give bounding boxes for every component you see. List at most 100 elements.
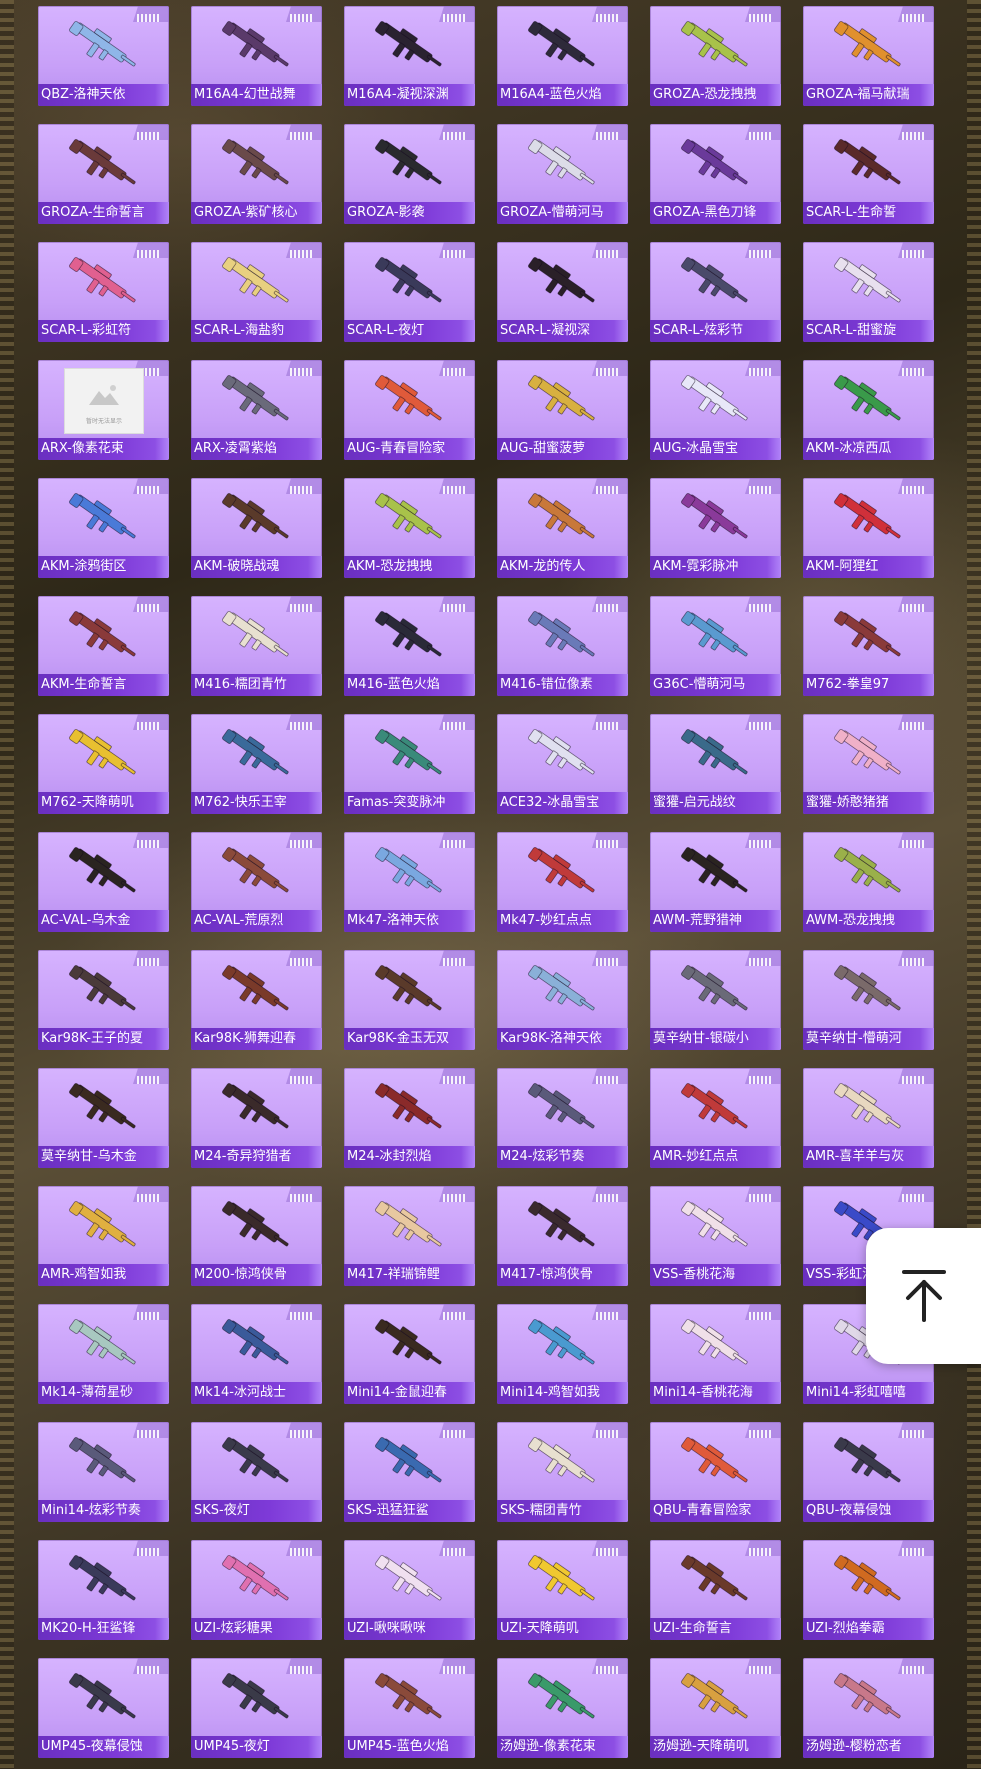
weapon-skin-card[interactable]: M417-惊鸿侠骨	[497, 1186, 628, 1286]
weapon-skin-card[interactable]: SCAR-L-夜灯	[344, 242, 475, 342]
weapon-skin-card[interactable]: 蜜獾-启元战纹	[650, 714, 781, 814]
weapon-skin-card[interactable]: 蜜獾-娇憨猪猪	[803, 714, 934, 814]
weapon-skin-card[interactable]: Kar98K-王子的夏	[38, 950, 169, 1050]
weapon-skin-label: Mini14-香桃花海	[650, 1382, 781, 1404]
weapon-skin-card[interactable]: UZI-炫彩糖果	[191, 1540, 322, 1640]
weapon-skin-card[interactable]: Mini14-金鼠迎春	[344, 1304, 475, 1404]
weapon-skin-card[interactable]: UZI-啾咪啾咪	[344, 1540, 475, 1640]
weapon-skin-image	[834, 257, 901, 303]
weapon-skin-image	[834, 375, 901, 421]
weapon-skin-card[interactable]: M416-错位像素	[497, 596, 628, 696]
weapon-skin-card[interactable]: 莫辛纳甘-银碳小	[650, 950, 781, 1050]
weapon-skin-card[interactable]: QBU-夜幕侵蚀	[803, 1422, 934, 1522]
weapon-skin-card[interactable]: Mk47-洛神天依	[344, 832, 475, 932]
weapon-skin-card[interactable]: 暂时无法显示 ARX-像素花束	[38, 360, 169, 460]
weapon-skin-image	[681, 1083, 748, 1129]
weapon-skin-image	[528, 847, 595, 893]
weapon-skin-card[interactable]: AKM-阿狸红	[803, 478, 934, 578]
weapon-skin-card[interactable]: VSS-香桃花海	[650, 1186, 781, 1286]
weapon-skin-card[interactable]: Mini14-香桃花海	[650, 1304, 781, 1404]
weapon-skin-card[interactable]: 莫辛纳甘-乌木金	[38, 1068, 169, 1168]
weapon-skin-card[interactable]: UZI-生命誓言	[650, 1540, 781, 1640]
weapon-skin-card[interactable]: M416-蓝色火焰	[344, 596, 475, 696]
weapon-skin-card[interactable]: Kar98K-金玉无双	[344, 950, 475, 1050]
back-to-top-button[interactable]	[866, 1228, 981, 1364]
weapon-skin-label: M16A4-幻世战舞	[191, 84, 322, 106]
weapon-skin-card[interactable]: Mk14-薄荷星砂	[38, 1304, 169, 1404]
weapon-skin-card[interactable]: SCAR-L-甜蜜旋	[803, 242, 934, 342]
weapon-skin-card[interactable]: M762-拳皇97	[803, 596, 934, 696]
weapon-skin-card[interactable]: AWM-荒野猎神	[650, 832, 781, 932]
weapon-skin-card[interactable]: UMP45-夜灯	[191, 1658, 322, 1758]
weapon-skin-card[interactable]: AC-VAL-荒原烈	[191, 832, 322, 932]
weapon-skin-card[interactable]: AMR-鸡智如我	[38, 1186, 169, 1286]
weapon-skin-card[interactable]: AKM-冰凉西瓜	[803, 360, 934, 460]
weapon-skin-card[interactable]: M200-惊鸿侠骨	[191, 1186, 322, 1286]
weapon-skin-card[interactable]: UZI-烈焰拳霸	[803, 1540, 934, 1640]
weapon-skin-card[interactable]: M417-祥瑞锦鲤	[344, 1186, 475, 1286]
weapon-skin-label: 汤姆逊-像素花束	[497, 1736, 628, 1758]
weapon-skin-card[interactable]: Kar98K-洛神天依	[497, 950, 628, 1050]
weapon-skin-card[interactable]: AKM-涂鸦街区	[38, 478, 169, 578]
weapon-skin-card[interactable]: M24-冰封烈焰	[344, 1068, 475, 1168]
weapon-skin-card[interactable]: AKM-生命誓言	[38, 596, 169, 696]
weapon-skin-card[interactable]: SCAR-L-炫彩节	[650, 242, 781, 342]
weapon-skin-card[interactable]: 汤姆逊-像素花束	[497, 1658, 628, 1758]
weapon-skin-card[interactable]: M416-糯团青竹	[191, 596, 322, 696]
weapon-skin-card[interactable]: M762-天降萌叽	[38, 714, 169, 814]
weapon-skin-card[interactable]: M24-奇异狩猎者	[191, 1068, 322, 1168]
weapon-skin-card[interactable]: GROZA-影袭	[344, 124, 475, 224]
weapon-skin-card[interactable]: MK20-H-狂鲨锋	[38, 1540, 169, 1640]
weapon-skin-card[interactable]: Mk14-冰河战士	[191, 1304, 322, 1404]
weapon-skin-card[interactable]: SCAR-L-彩虹符	[38, 242, 169, 342]
weapon-skin-card[interactable]: GROZA-生命誓言	[38, 124, 169, 224]
weapon-skin-label: AKM-龙的传人	[497, 556, 628, 578]
weapon-skin-card[interactable]: M16A4-蓝色火焰	[497, 6, 628, 106]
weapon-skin-card[interactable]: ARX-凌霄紫焰	[191, 360, 322, 460]
weapon-skin-image	[681, 1437, 748, 1483]
weapon-skin-card[interactable]: QBU-青春冒险家	[650, 1422, 781, 1522]
weapon-skin-card[interactable]: AUG-冰晶雪宝	[650, 360, 781, 460]
weapon-skin-card[interactable]: M16A4-幻世战舞	[191, 6, 322, 106]
weapon-skin-card[interactable]: 汤姆逊-樱粉恋者	[803, 1658, 934, 1758]
weapon-skin-card[interactable]: 莫辛纳甘-懵萌河	[803, 950, 934, 1050]
weapon-skin-card[interactable]: AKM-霓彩脉冲	[650, 478, 781, 578]
weapon-skin-label: GROZA-恐龙拽拽	[650, 84, 781, 106]
weapon-skin-card[interactable]: G36C-懵萌河马	[650, 596, 781, 696]
weapon-skin-image	[375, 257, 442, 303]
weapon-skin-card[interactable]: Mk47-妙红点点	[497, 832, 628, 932]
weapon-skin-card[interactable]: AKM-破晓战魂	[191, 478, 322, 578]
weapon-skin-card[interactable]: AKM-龙的传人	[497, 478, 628, 578]
weapon-skin-card[interactable]: UMP45-夜幕侵蚀	[38, 1658, 169, 1758]
weapon-skin-card[interactable]: M24-炫彩节奏	[497, 1068, 628, 1168]
weapon-skin-card[interactable]: AC-VAL-乌木金	[38, 832, 169, 932]
weapon-skin-card[interactable]: M762-快乐王宰	[191, 714, 322, 814]
weapon-skin-card[interactable]: AMR-喜羊羊与灰	[803, 1068, 934, 1168]
weapon-skin-card[interactable]: AWM-恐龙拽拽	[803, 832, 934, 932]
weapon-skin-card[interactable]: Kar98K-狮舞迎春	[191, 950, 322, 1050]
weapon-skin-card[interactable]: Mini14-炫彩节奏	[38, 1422, 169, 1522]
weapon-skin-card[interactable]: GROZA-福马献瑞	[803, 6, 934, 106]
weapon-skin-card[interactable]: SKS-迅猛狂鲨	[344, 1422, 475, 1522]
weapon-skin-card[interactable]: AMR-妙红点点	[650, 1068, 781, 1168]
weapon-skin-card[interactable]: SCAR-L-生命誓	[803, 124, 934, 224]
weapon-skin-card[interactable]: GROZA-恐龙拽拽	[650, 6, 781, 106]
weapon-skin-card[interactable]: GROZA-黑色刀锋	[650, 124, 781, 224]
weapon-skin-card[interactable]: Mini14-鸡智如我	[497, 1304, 628, 1404]
weapon-skin-card[interactable]: UMP45-蓝色火焰	[344, 1658, 475, 1758]
weapon-skin-card[interactable]: M16A4-凝视深渊	[344, 6, 475, 106]
weapon-skin-card[interactable]: AUG-甜蜜菠萝	[497, 360, 628, 460]
weapon-skin-card[interactable]: SKS-夜灯	[191, 1422, 322, 1522]
weapon-skin-card[interactable]: QBZ-洛神天依	[38, 6, 169, 106]
weapon-skin-card[interactable]: Famas-突变脉冲	[344, 714, 475, 814]
weapon-skin-card[interactable]: GROZA-紫矿核心	[191, 124, 322, 224]
weapon-skin-card[interactable]: SKS-糯团青竹	[497, 1422, 628, 1522]
weapon-skin-card[interactable]: UZI-天降萌叽	[497, 1540, 628, 1640]
weapon-skin-card[interactable]: ACE32-冰晶雪宝	[497, 714, 628, 814]
weapon-skin-card[interactable]: AUG-青春冒险家	[344, 360, 475, 460]
weapon-skin-card[interactable]: 汤姆逊-天降萌叽	[650, 1658, 781, 1758]
weapon-skin-card[interactable]: SCAR-L-海盐豹	[191, 242, 322, 342]
weapon-skin-card[interactable]: AKM-恐龙拽拽	[344, 478, 475, 578]
weapon-skin-card[interactable]: GROZA-懵萌河马	[497, 124, 628, 224]
weapon-skin-card[interactable]: SCAR-L-凝视深	[497, 242, 628, 342]
